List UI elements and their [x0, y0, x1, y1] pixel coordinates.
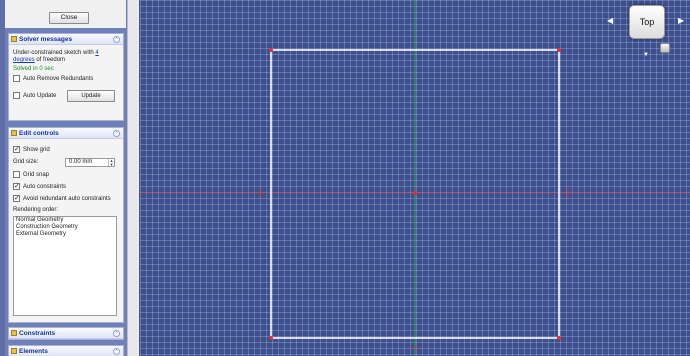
- avoid-redundant-label: Avoid redundant auto constraints: [23, 196, 111, 202]
- solver-messages-header[interactable]: Solver messages ⌃: [9, 34, 123, 45]
- grid-size-label: Grid size:: [13, 159, 39, 165]
- solver-status-line1: Under-constrained sketch with 4: [13, 50, 99, 56]
- spin-arrows-icon[interactable]: ▲ ▼: [108, 159, 114, 166]
- edit-controls-title: Edit controls: [19, 130, 59, 137]
- rotate-right-icon[interactable]: ▶: [678, 16, 684, 25]
- sketch-canvas[interactable]: [140, 0, 690, 356]
- auto-update-checkbox[interactable]: [13, 92, 20, 99]
- collapse-icon[interactable]: ⌃: [113, 330, 120, 337]
- edit-icon: [11, 130, 17, 136]
- list-item[interactable]: Construction Geometry: [14, 224, 116, 231]
- grid-snap-label: Grid snap: [23, 172, 50, 178]
- rendering-order-label: Rendering order:: [13, 207, 59, 213]
- constraint-icon: [11, 330, 17, 336]
- dof-link-number[interactable]: 4: [95, 50, 98, 56]
- edit-controls-box: Edit controls ⌃ Show grid Grid size: 0.0…: [8, 127, 124, 323]
- element-icon: [11, 348, 17, 354]
- rotate-left-icon[interactable]: ◀: [607, 16, 613, 25]
- solver-messages-title: Solver messages: [19, 36, 73, 43]
- constraints-box: Constraints ⌃: [8, 327, 124, 340]
- auto-update-label: Auto Update: [23, 93, 57, 99]
- collapse-icon[interactable]: ⌃: [113, 348, 120, 355]
- navigation-cube[interactable]: Top: [629, 5, 665, 39]
- close-button[interactable]: Close: [49, 12, 89, 24]
- solver-messages-box: Solver messages ⌃ Under-constrained sket…: [8, 33, 124, 121]
- solver-status-line2: degrees of freedom: [13, 57, 65, 63]
- sketch-viewport[interactable]: [140, 0, 690, 356]
- sketch-icon: [11, 36, 17, 42]
- view-menu-cube-icon[interactable]: [660, 43, 670, 53]
- elements-title: Elements: [19, 348, 48, 355]
- grid-size-value: 0.00 mm: [69, 159, 93, 165]
- solved-status: Solved in 0 sec: [13, 66, 54, 72]
- dof-link-text[interactable]: degrees: [13, 57, 35, 63]
- show-grid-checkbox[interactable]: [13, 145, 20, 153]
- auto-constraints-checkbox[interactable]: [13, 182, 20, 190]
- show-grid-label: Show grid: [23, 147, 50, 153]
- update-button[interactable]: Update: [67, 90, 115, 102]
- list-item[interactable]: External Geometry: [14, 231, 116, 238]
- vertex-bottom-right[interactable]: [557, 336, 561, 340]
- avoid-redundant-checkbox[interactable]: [13, 194, 20, 202]
- constraints-header[interactable]: Constraints ⌃: [9, 328, 123, 339]
- constraints-title: Constraints: [19, 330, 56, 337]
- panel-scrollbar[interactable]: [127, 0, 139, 356]
- list-item[interactable]: Normal Geometry: [14, 217, 116, 224]
- collapse-icon[interactable]: ⌃: [113, 130, 120, 137]
- grid-snap-checkbox[interactable]: [13, 171, 20, 178]
- task-panel: Close Solver messages ⌃ Under-constraine…: [0, 0, 140, 356]
- elements-box: Elements ⌃: [8, 345, 124, 356]
- collapse-icon[interactable]: ⌃: [113, 36, 120, 43]
- menu-arrow-icon[interactable]: ▼: [643, 52, 649, 58]
- solver-status-suffix: of freedom: [36, 57, 66, 63]
- close-bar: Close: [5, 0, 126, 28]
- rendering-order-list[interactable]: Normal Geometry Construction Geometry Ex…: [13, 216, 117, 316]
- vertex-top-right[interactable]: [557, 48, 561, 52]
- vertex-bottom-left[interactable]: [269, 336, 273, 340]
- origin-point[interactable]: [413, 191, 417, 195]
- edit-controls-header[interactable]: Edit controls ⌃: [9, 128, 123, 139]
- auto-constraints-label: Auto constraints: [23, 184, 67, 190]
- vertex-top-left[interactable]: [269, 48, 273, 52]
- auto-remove-label: Auto Remove Redundants: [23, 76, 94, 82]
- solver-status-prefix: Under-constrained sketch with: [13, 50, 94, 56]
- auto-remove-checkbox[interactable]: [13, 75, 20, 82]
- panel-edge: [0, 0, 5, 356]
- grid-size-input[interactable]: 0.00 mm ▲ ▼: [65, 158, 115, 167]
- elements-header[interactable]: Elements ⌃: [9, 346, 123, 356]
